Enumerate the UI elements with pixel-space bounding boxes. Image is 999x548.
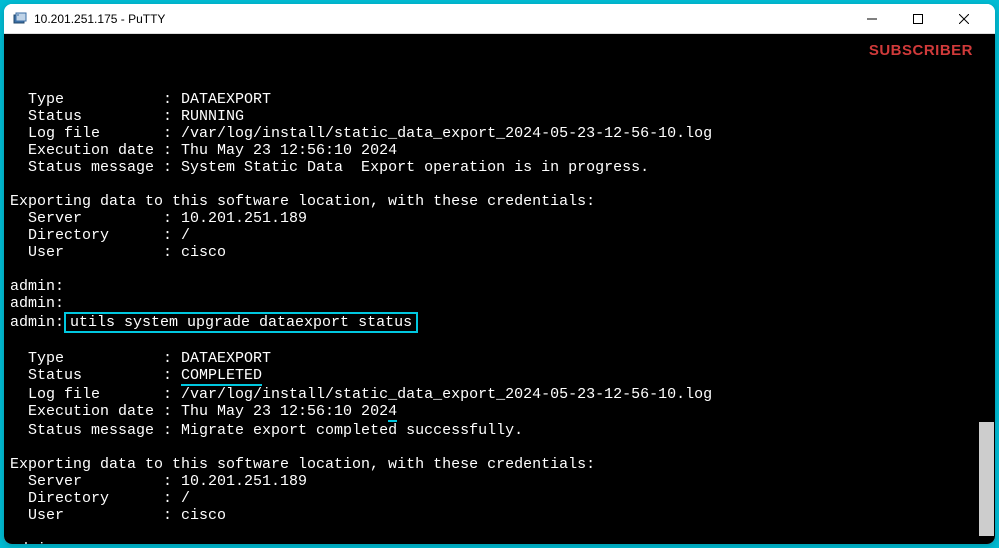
putty-icon xyxy=(12,11,28,27)
line: Log file : /var/log/install/static_data_… xyxy=(10,125,712,142)
maximize-button[interactable] xyxy=(895,4,941,34)
line: Status : RUNNING xyxy=(10,108,244,125)
line: Status : COMPLETED xyxy=(10,367,262,384)
line: User : cisco xyxy=(10,507,226,524)
line: Log file : /var/log/install/static_data_… xyxy=(10,386,712,403)
line: Execution date : Thu May 23 12:56:10 202… xyxy=(10,403,397,420)
line: Status message : System Static Data Expo… xyxy=(10,159,649,176)
command-highlight: utils system upgrade dataexport status xyxy=(64,312,418,333)
line: Directory : / xyxy=(10,490,190,507)
watermark-label: SUBSCRIBER xyxy=(869,42,973,59)
status-underline: COMPLETED xyxy=(181,367,262,386)
close-button[interactable] xyxy=(941,4,987,34)
line: Server : 10.201.251.189 xyxy=(10,210,307,227)
window-controls xyxy=(849,4,987,34)
exec-underline: 4 xyxy=(388,403,397,422)
blank-line xyxy=(10,524,19,541)
blank-line xyxy=(10,333,19,350)
scrollbar-thumb[interactable] xyxy=(979,422,994,536)
terminal-area[interactable]: SUBSCRIBER Type : DATAEXPORT Status : RU… xyxy=(4,34,995,544)
prompt: admin: xyxy=(10,278,64,295)
line: Execution date : Thu May 23 12:56:10 202… xyxy=(10,142,397,159)
window-title: 10.201.251.175 - PuTTY xyxy=(34,12,165,26)
line: Directory : / xyxy=(10,227,190,244)
line: User : cisco xyxy=(10,244,226,261)
prompt: admin: xyxy=(10,541,64,544)
minimize-button[interactable] xyxy=(849,4,895,34)
blank-line xyxy=(10,439,19,456)
line: Exporting data to this software location… xyxy=(10,456,595,473)
line: Status message : Migrate export complete… xyxy=(10,422,523,439)
blank-line xyxy=(10,176,19,193)
blank-line xyxy=(10,261,19,278)
titlebar[interactable]: 10.201.251.175 - PuTTY xyxy=(4,4,995,34)
line: Server : 10.201.251.189 xyxy=(10,473,307,490)
prompt: admin: xyxy=(10,295,64,312)
putty-window: 10.201.251.175 - PuTTY SUBSCRIBER Type :… xyxy=(4,4,995,544)
line: Type : DATAEXPORT xyxy=(10,350,271,367)
prompt-with-cmd: admin:utils system upgrade dataexport st… xyxy=(10,314,418,331)
line: Type : DATAEXPORT xyxy=(10,91,271,108)
line: Exporting data to this software location… xyxy=(10,193,595,210)
